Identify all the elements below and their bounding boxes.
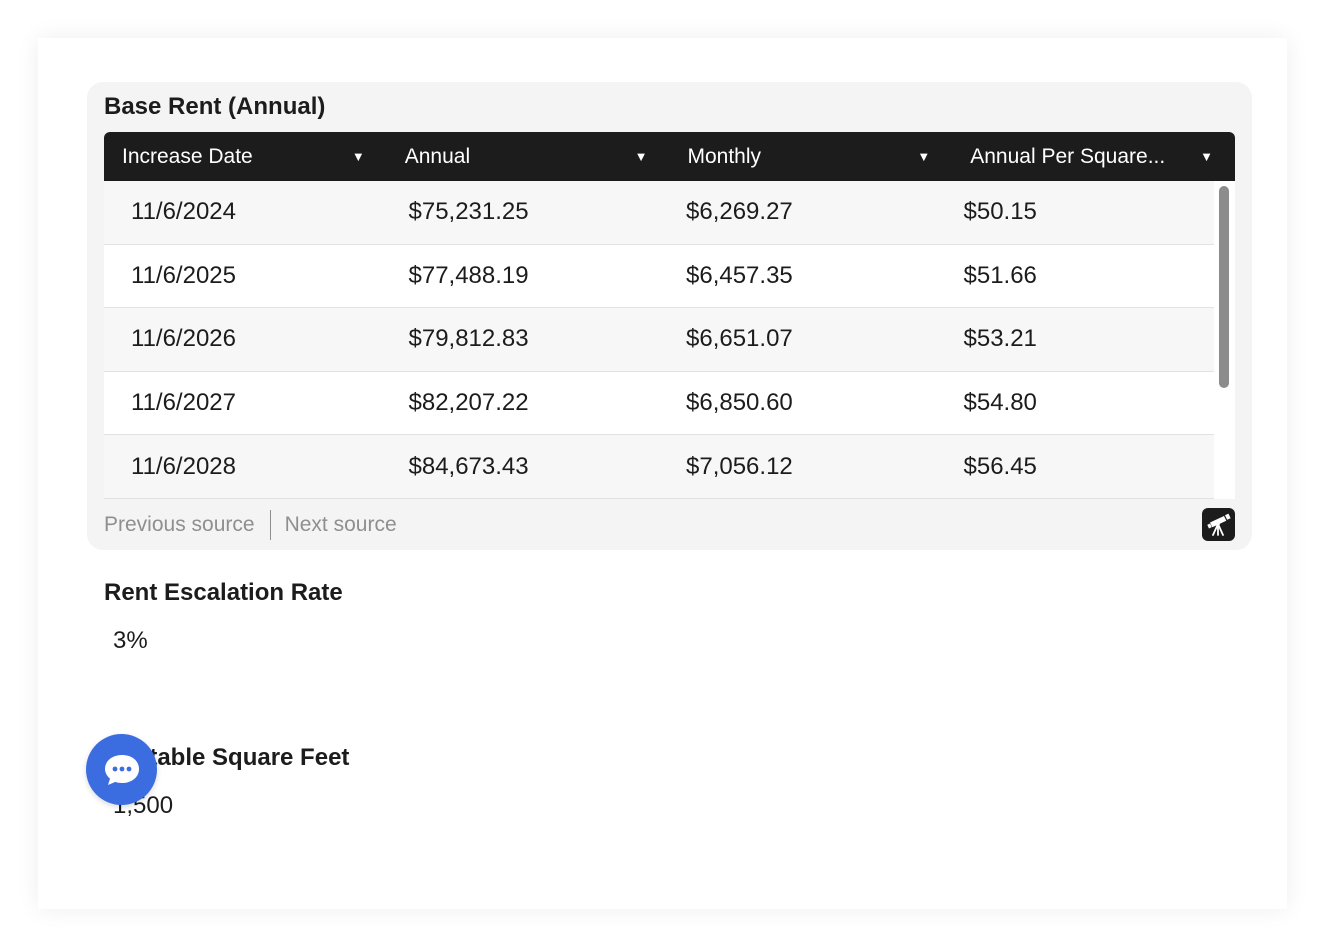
cell-monthly: $6,457.35 <box>686 261 793 289</box>
cell-increase-date: 11/6/2024 <box>131 198 236 226</box>
sort-caret-down-icon[interactable]: ▼ <box>635 149 648 164</box>
column-header-label: Monthly <box>687 144 762 168</box>
column-header-label: Annual Per Square... <box>970 144 1166 168</box>
source-navigation: Previous source Next source <box>104 510 397 540</box>
table-row: 11/6/2028 $84,673.43 $7,056.12 $56.45 <box>104 435 1214 499</box>
column-header-label: Increase Date <box>122 144 253 168</box>
table-row: 11/6/2026 $79,812.83 $6,651.07 $53.21 <box>104 308 1214 372</box>
cell-annual-per-square: $51.66 <box>963 261 1037 289</box>
cell-monthly: $6,850.60 <box>686 389 793 417</box>
cell-annual: $75,231.25 <box>408 198 529 226</box>
cell-increase-date: 11/6/2025 <box>131 261 236 289</box>
cell-annual-per-square: $50.15 <box>963 198 1037 226</box>
telescope-button[interactable] <box>1202 508 1235 541</box>
cell-annual: $82,207.22 <box>408 389 529 417</box>
table-header: Increase Date ▼ Annual ▼ Monthly ▼ Annua… <box>104 132 1235 181</box>
cell-monthly: $7,056.12 <box>686 452 793 480</box>
rent-escalation-label: Rent Escalation Rate <box>104 579 343 606</box>
cell-annual-per-square: $54.80 <box>963 389 1037 417</box>
sort-caret-down-icon[interactable]: ▼ <box>352 149 365 164</box>
column-header-annual[interactable]: Annual ▼ <box>387 132 670 181</box>
next-source-link[interactable]: Next source <box>285 513 397 537</box>
cell-annual-per-square: $56.45 <box>963 452 1037 480</box>
scrollbar-thumb[interactable] <box>1219 186 1229 388</box>
table-body: 11/6/2024 $75,231.25 $6,269.27 $50.15 11… <box>104 181 1214 499</box>
sort-caret-down-icon[interactable]: ▼ <box>917 149 930 164</box>
cell-increase-date: 11/6/2027 <box>131 389 236 417</box>
cell-annual: $79,812.83 <box>408 325 529 353</box>
cell-increase-date: 11/6/2026 <box>131 325 236 353</box>
rent-escalation-value: 3% <box>113 627 148 654</box>
column-header-label: Annual <box>404 144 471 168</box>
cell-annual: $84,673.43 <box>408 452 529 480</box>
previous-source-link[interactable]: Previous source <box>104 513 255 537</box>
table-row: 11/6/2027 $82,207.22 $6,850.60 $54.80 <box>104 371 1214 436</box>
cell-annual: $77,488.19 <box>408 261 529 289</box>
cell-increase-date: 11/6/2028 <box>131 452 236 480</box>
base-rent-panel: Base Rent (Annual) Increase Date ▼ Annua… <box>87 82 1252 550</box>
base-rent-table: Increase Date ▼ Annual ▼ Monthly ▼ Annua… <box>104 132 1235 499</box>
table-row: 11/6/2024 $75,231.25 $6,269.27 $50.15 <box>104 181 1214 245</box>
table-row: 11/6/2025 $77,488.19 $6,457.35 $51.66 <box>104 244 1214 309</box>
cell-annual-per-square: $53.21 <box>963 325 1037 353</box>
chat-button[interactable] <box>86 734 157 805</box>
source-divider <box>269 510 271 540</box>
sort-caret-down-icon[interactable]: ▼ <box>1200 149 1213 164</box>
page-card: Base Rent (Annual) Increase Date ▼ Annua… <box>38 38 1287 909</box>
column-header-annual-per-square[interactable]: Annual Per Square... ▼ <box>952 132 1235 181</box>
table-scrollbar[interactable] <box>1214 181 1235 499</box>
telescope-icon <box>1206 513 1231 536</box>
chat-dots-icon <box>104 754 139 785</box>
base-rent-title: Base Rent (Annual) <box>104 93 326 120</box>
cell-monthly: $6,269.27 <box>686 198 793 226</box>
column-header-monthly[interactable]: Monthly ▼ <box>670 132 953 181</box>
cell-monthly: $6,651.07 <box>686 325 793 353</box>
column-header-increase-date[interactable]: Increase Date ▼ <box>104 132 387 181</box>
